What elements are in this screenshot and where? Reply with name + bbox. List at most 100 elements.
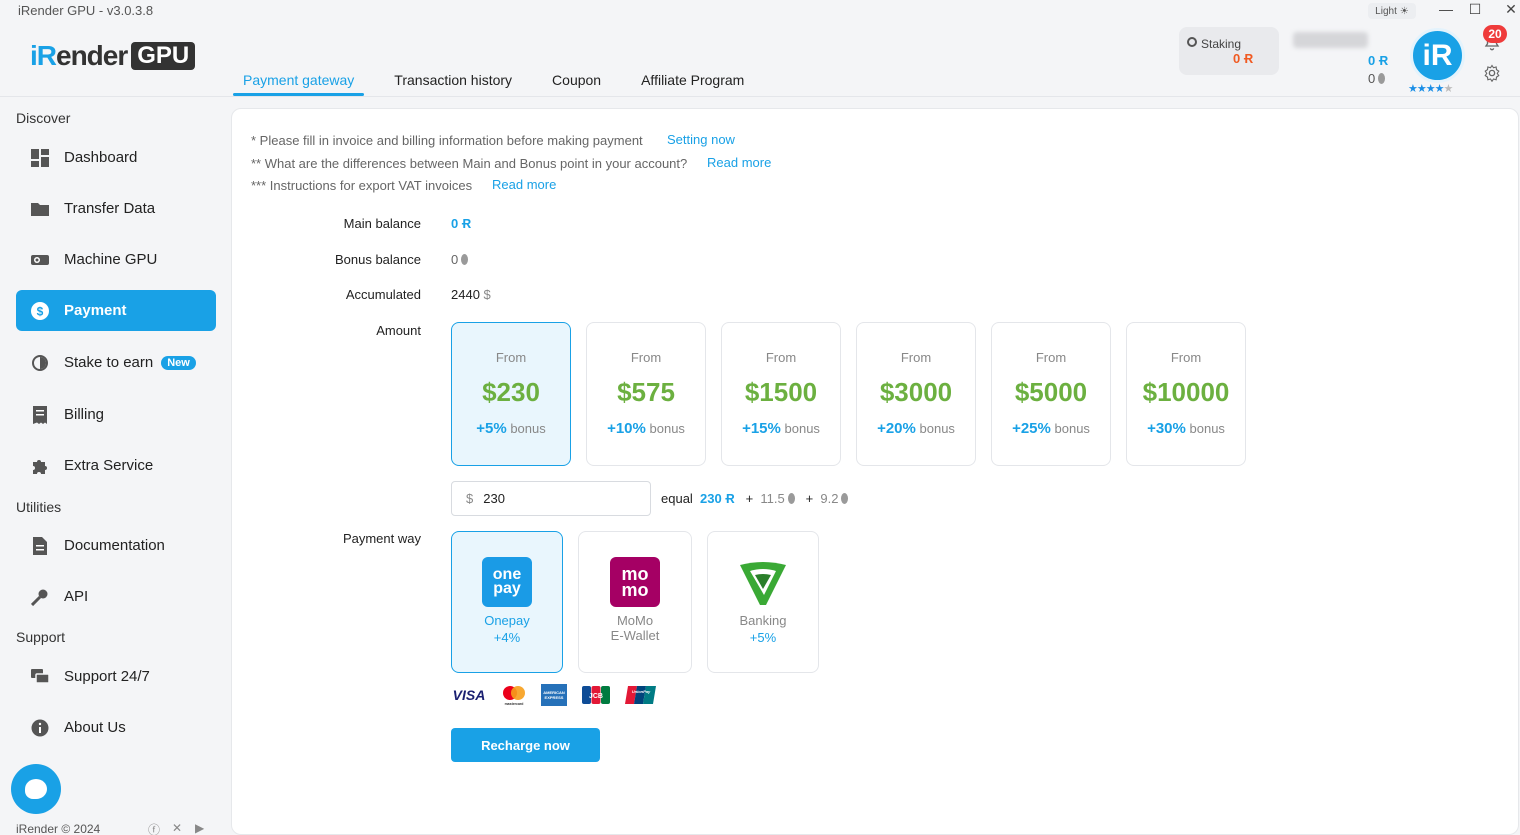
facebook-icon[interactable]: ⓕ	[148, 821, 164, 835]
sidebar-item-extra-service[interactable]: Extra Service	[16, 445, 216, 486]
sidebar-item-api[interactable]: API	[16, 576, 216, 617]
amount-option-575[interactable]: From $575 +10% bonus	[586, 322, 706, 466]
jcb-logo: JCB	[582, 684, 610, 706]
sidebar-item-support[interactable]: Support 24/7	[16, 656, 216, 697]
note-points: ** What are the differences between Main…	[251, 156, 688, 171]
amount-option-5000[interactable]: From $5000 +25% bonus	[991, 322, 1111, 466]
info-icon	[30, 718, 50, 738]
bonus-balance-value: 0	[451, 252, 469, 267]
user-bonus-points: 0	[1368, 71, 1386, 86]
coin-icon	[461, 254, 469, 265]
sidebar-item-stake-to-earn[interactable]: Stake to earn New	[16, 342, 216, 383]
sidebar-item-about-us[interactable]: About Us	[16, 707, 216, 748]
amex-logo: AMERICAN EXPRESS	[541, 684, 567, 706]
header-divider	[0, 96, 1520, 97]
close-icon[interactable]: ✕	[1501, 1, 1520, 18]
section-discover: Discover	[16, 110, 71, 126]
payment-panel	[231, 108, 1519, 835]
dollar-icon: $	[30, 301, 50, 321]
svg-text:mastercard: mastercard	[505, 702, 524, 706]
payment-way-label: Payment way	[342, 531, 421, 546]
stake-icon	[30, 353, 50, 373]
new-badge: New	[161, 355, 196, 370]
tab-transaction-history[interactable]: Transaction history	[394, 60, 512, 96]
vietcombank-logo-icon	[738, 557, 788, 607]
momo-logo-icon: mo mo	[610, 557, 660, 607]
svg-text:UnionPay: UnionPay	[632, 689, 651, 694]
sidebar-item-transfer-data[interactable]: Transfer Data	[16, 188, 216, 229]
billing-icon	[30, 405, 50, 425]
setting-now-link[interactable]: Setting now	[667, 132, 735, 147]
staking-value: 0 Ɍ	[1233, 51, 1254, 66]
read-more-points-link[interactable]: Read more	[707, 155, 771, 170]
amount-label: Amount	[376, 323, 421, 338]
folder-icon	[30, 199, 50, 219]
theme-toggle[interactable]: Light ☀	[1368, 3, 1416, 19]
app-window: iRender GPU - v3.0.3.8 Light ☀ — ☐ ✕ iR e…	[0, 0, 1520, 835]
equal-summary: equal 230 Ɍ + 11.5 + 9.2	[661, 491, 849, 506]
puzzle-icon	[30, 456, 50, 476]
chat-bubble-icon	[25, 779, 47, 799]
youtube-icon[interactable]: ▶	[195, 821, 211, 835]
tab-coupon[interactable]: Coupon	[552, 60, 601, 96]
svg-text:$: $	[37, 304, 44, 318]
title-bar: iRender GPU - v3.0.3.8 Light ☀ — ☐ ✕	[0, 0, 1520, 22]
accumulated-value: 2440 $	[451, 287, 491, 302]
top-tabs: Payment gateway Transaction history Coup…	[232, 60, 784, 96]
mastercard-logo: mastercard	[499, 684, 529, 706]
payment-method-banking[interactable]: Banking +5%	[707, 531, 819, 673]
sidebar-item-documentation[interactable]: Documentation	[16, 525, 216, 566]
rating-stars: ★★★★★	[1408, 83, 1453, 95]
sun-icon: ☀	[1399, 5, 1409, 17]
bonus-coin-icon	[1378, 73, 1386, 84]
amount-option-1500[interactable]: From $1500 +15% bonus	[721, 322, 841, 466]
amount-input-box[interactable]: $	[451, 481, 651, 516]
note-billing: * Please fill in invoice and billing inf…	[251, 133, 643, 148]
tab-payment-gateway[interactable]: Payment gateway	[232, 60, 365, 96]
accumulated-label: Accumulated	[345, 287, 421, 302]
sidebar-item-payment[interactable]: $ Payment	[16, 290, 216, 331]
staking-box[interactable]: Staking 0 Ɍ	[1179, 27, 1279, 75]
read-more-vat-link[interactable]: Read more	[492, 177, 556, 192]
bonus-balance-label: Bonus balance	[334, 252, 421, 267]
unionpay-logo: UnionPay	[625, 684, 657, 706]
maximize-icon[interactable]: ☐	[1465, 1, 1485, 18]
amount-input[interactable]	[483, 491, 634, 506]
chat-icon	[30, 667, 50, 687]
tab-affiliate-program[interactable]: Affiliate Program	[641, 60, 744, 96]
gear-icon[interactable]	[1483, 64, 1501, 82]
payment-method-momo[interactable]: mo mo MoMo E-Wallet	[578, 531, 692, 673]
live-chat-button[interactable]	[11, 764, 61, 814]
main-balance-label: Main balance	[343, 216, 421, 231]
note-vat: *** Instructions for export VAT invoices	[251, 178, 473, 193]
user-main-points: 0 Ɍ	[1368, 53, 1389, 68]
key-icon	[30, 587, 50, 607]
section-support: Support	[16, 629, 66, 645]
irender-logo: iR ender GPU	[30, 40, 196, 72]
sidebar-item-billing[interactable]: Billing	[16, 394, 216, 435]
dashboard-icon	[30, 148, 50, 168]
x-icon[interactable]: ✕	[172, 821, 188, 835]
notification-badge: 20	[1483, 25, 1507, 43]
payment-method-onepay[interactable]: one pay Onepay +4%	[451, 531, 563, 673]
amount-option-10000[interactable]: From $10000 +30% bonus	[1126, 322, 1246, 466]
amount-option-3000[interactable]: From $3000 +20% bonus	[856, 322, 976, 466]
gpu-icon	[30, 250, 50, 270]
visa-logo: VISA	[452, 687, 486, 703]
staking-label: Staking	[1201, 37, 1242, 51]
copyright: iRender © 2024	[16, 822, 101, 835]
recharge-now-button[interactable]: Recharge now	[451, 728, 600, 762]
sidebar-item-machine-gpu[interactable]: Machine GPU	[16, 239, 216, 280]
main-balance-value: 0 Ɍ	[451, 216, 472, 231]
sidebar-item-dashboard[interactable]: Dashboard	[16, 137, 216, 178]
theme-label: Light	[1375, 5, 1397, 17]
username-blurred	[1293, 32, 1368, 48]
minimize-icon[interactable]: —	[1436, 1, 1456, 17]
document-icon	[30, 536, 50, 556]
onepay-logo-icon: one pay	[482, 557, 532, 607]
svg-text:JCB: JCB	[589, 693, 603, 700]
dollar-prefix: $	[466, 491, 474, 506]
amount-option-230[interactable]: From $230 +5% bonus	[451, 322, 571, 466]
staking-icon	[1187, 37, 1197, 47]
avatar[interactable]: iR	[1410, 28, 1465, 83]
